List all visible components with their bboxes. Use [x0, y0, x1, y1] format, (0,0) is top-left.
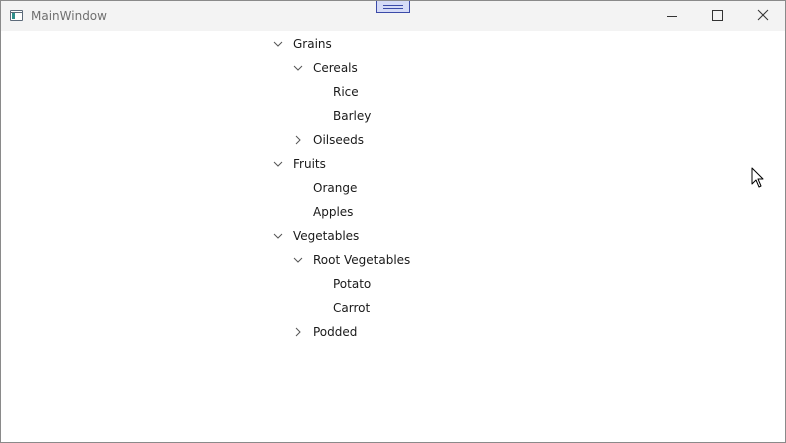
minimize-icon — [667, 16, 677, 17]
chevron-down-icon[interactable] — [291, 56, 307, 80]
title-bar[interactable]: MainWindow — [1, 1, 785, 31]
chevron-down-icon[interactable] — [271, 152, 287, 176]
window-title: MainWindow — [31, 9, 107, 23]
tree-item-label: Apples — [313, 205, 354, 219]
tree-item-vegetables[interactable]: Vegetables — [271, 224, 391, 248]
main-window: MainWindow Grains Cereals Rice Barley Oi… — [0, 0, 786, 443]
tree-item-apples[interactable]: Apples — [291, 200, 411, 224]
tree-view[interactable]: Grains Cereals Rice Barley Oilseeds Frui… — [1, 32, 785, 442]
maximize-button[interactable] — [695, 1, 741, 31]
maximize-icon — [712, 10, 723, 21]
tree-item-label: Carrot — [333, 301, 371, 315]
mouse-pointer-icon — [751, 167, 765, 189]
tree-item-label: Fruits — [293, 157, 326, 171]
chevron-down-icon[interactable] — [271, 224, 287, 248]
tree-item-rice[interactable]: Rice — [311, 80, 431, 104]
tree-item-podded[interactable]: Podded — [291, 320, 411, 344]
drag-handle[interactable] — [376, 1, 410, 13]
close-button[interactable] — [740, 1, 785, 31]
tree-item-root-vegetables[interactable]: Root Vegetables — [291, 248, 431, 272]
chevron-right-icon[interactable] — [291, 128, 307, 152]
tree-item-label: Potato — [333, 277, 372, 291]
tree-item-label: Root Vegetables — [313, 253, 411, 267]
tree-item-label: Podded — [313, 325, 358, 339]
app-window-icon — [10, 10, 23, 21]
tree-item-label: Cereals — [313, 61, 358, 75]
tree-item-label: Rice — [333, 85, 359, 99]
tree-item-orange[interactable]: Orange — [291, 176, 411, 200]
tree-item-barley[interactable]: Barley — [311, 104, 431, 128]
tree-item-grains[interactable]: Grains — [271, 32, 391, 56]
tree-item-oilseeds[interactable]: Oilseeds — [291, 128, 411, 152]
tree-item-label: Orange — [313, 181, 358, 195]
minimize-button[interactable] — [649, 1, 695, 31]
tree-item-label: Grains — [293, 37, 332, 51]
tree-item-potato[interactable]: Potato — [311, 272, 431, 296]
chevron-right-icon[interactable] — [291, 320, 307, 344]
tree-item-label: Barley — [333, 109, 372, 123]
chevron-down-icon[interactable] — [271, 32, 287, 56]
tree-item-cereals[interactable]: Cereals — [291, 56, 411, 80]
tree-item-label: Vegetables — [293, 229, 360, 243]
chevron-down-icon[interactable] — [291, 248, 307, 272]
close-icon — [757, 9, 769, 21]
tree-item-label: Oilseeds — [313, 133, 364, 147]
tree-item-carrot[interactable]: Carrot — [311, 296, 431, 320]
tree-item-fruits[interactable]: Fruits — [271, 152, 391, 176]
